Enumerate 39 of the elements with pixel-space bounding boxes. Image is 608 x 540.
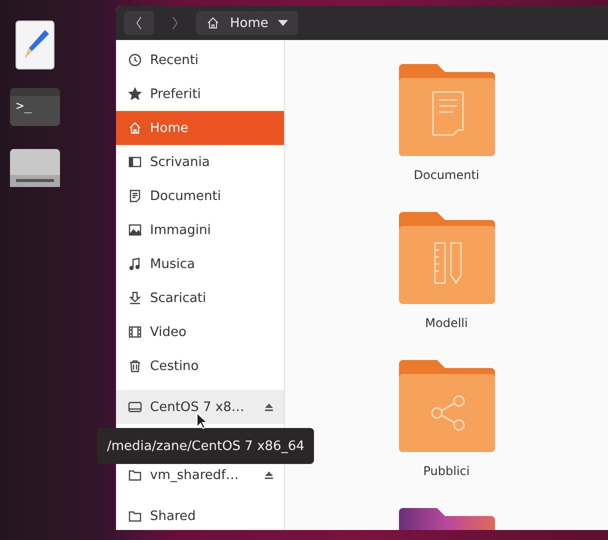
folder-label: Pubblici — [423, 464, 470, 478]
sidebar-item[interactable]: Scaricati — [116, 281, 284, 315]
sidebar-item[interactable]: Preferiti — [116, 77, 284, 111]
desktop-icon — [128, 155, 142, 169]
mouse-cursor-icon — [196, 412, 208, 430]
home-icon — [128, 121, 142, 135]
sidebar-item[interactable]: Shared — [116, 499, 284, 530]
path-button[interactable]: Home — [196, 11, 298, 35]
folder-icon — [128, 468, 142, 482]
folder-label: Modelli — [425, 316, 468, 330]
sidebar-item[interactable]: Cestino — [116, 349, 284, 383]
star-icon — [128, 87, 142, 101]
sidebar-item[interactable]: Recenti — [116, 43, 284, 77]
home-icon — [206, 16, 220, 30]
sidebar-item[interactable]: Immagini — [116, 213, 284, 247]
folder-label: Documenti — [414, 168, 480, 182]
chevron-right-icon — [171, 16, 179, 30]
chevron-left-icon — [135, 16, 143, 30]
film-icon — [128, 325, 142, 339]
music-note-icon — [128, 257, 142, 271]
caret-icon — [278, 20, 288, 26]
drive-icon — [128, 400, 142, 414]
clock-icon — [128, 53, 142, 67]
eject-icon[interactable] — [264, 402, 274, 412]
folder-icon — [128, 509, 142, 523]
trash-icon — [128, 359, 142, 373]
sidebar-item[interactable]: CentOS 7 x8… — [116, 390, 284, 424]
document-icon — [128, 189, 142, 203]
tooltip: /media/zane/CentOS 7 x86_64 — [97, 428, 314, 464]
terminal-icon[interactable]: >_ — [10, 88, 60, 126]
sidebar-item[interactable]: Musica — [116, 247, 284, 281]
sidebar-item[interactable]: Scrivania — [116, 145, 284, 179]
sidebar-item[interactable]: Home — [116, 111, 284, 145]
download-icon — [128, 291, 142, 305]
image-icon — [128, 223, 142, 237]
back-button[interactable] — [124, 11, 154, 35]
sidebar-item[interactable]: Documenti — [116, 179, 284, 213]
eject-icon[interactable] — [264, 470, 274, 480]
sidebar-item[interactable]: Video — [116, 315, 284, 349]
